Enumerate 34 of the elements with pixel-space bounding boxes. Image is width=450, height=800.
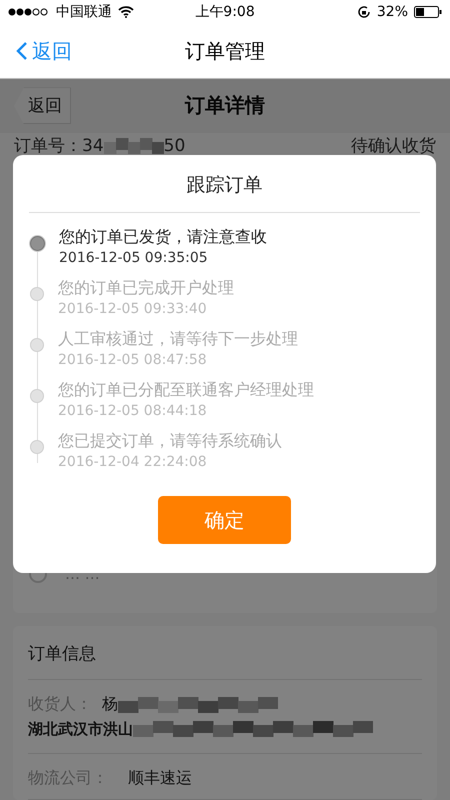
order-number-start: 34: [82, 136, 104, 156]
back-button[interactable]: 返回: [0, 38, 72, 64]
card-title: 订单信息: [28, 626, 422, 680]
dialog-title: 跟踪订单: [29, 155, 420, 213]
wifi-icon: [118, 6, 134, 18]
redaction-mosaic: [104, 136, 164, 156]
event-time: 2016-12-05 09:35:05: [59, 250, 209, 266]
back-button[interactable]: 返回: [14, 87, 71, 124]
event-text: 您已提交订单，请等待系统确认: [58, 431, 282, 452]
signal-icon: [8, 8, 50, 16]
event-time: 2016-12-05 08:47:58: [58, 352, 208, 368]
event-text: 人工审核通过，请等待下一步处理: [58, 329, 298, 350]
event-time: 2016-12-04 22:24:08: [58, 454, 208, 470]
rotation-lock-icon: [356, 5, 371, 19]
clock-time: 上午9:08: [195, 3, 255, 21]
event-time: 2016-12-05 08:44:18: [58, 403, 208, 419]
order-number-label: 订单号：: [14, 135, 82, 158]
nav-title: 订单管理: [185, 38, 265, 64]
event-text: 您的订单已分配至联通客户经理处理: [58, 380, 314, 401]
carrier-name: 中国联通: [56, 3, 112, 21]
battery-percent: 32%: [376, 4, 408, 20]
chevron-left-icon: [16, 41, 28, 61]
event-time: 2016-12-05 09:33:40: [58, 301, 208, 317]
page-title: 订单详情: [185, 92, 265, 120]
receiver-name: 杨: [102, 694, 118, 715]
battery-icon: [414, 6, 442, 18]
event-text: 您的订单已完成开户处理: [58, 278, 234, 299]
event-text: 您的订单已发货，请注意查收: [59, 227, 267, 248]
more-events-text: … …: [65, 565, 100, 583]
address-text: 湖北武汉市洪山: [28, 720, 133, 738]
order-number-end: 50: [164, 136, 186, 156]
order-status: 待确认收货: [351, 135, 436, 158]
logistics-company: 顺丰速运: [128, 768, 192, 789]
confirm-button[interactable]: 确定: [158, 496, 291, 544]
